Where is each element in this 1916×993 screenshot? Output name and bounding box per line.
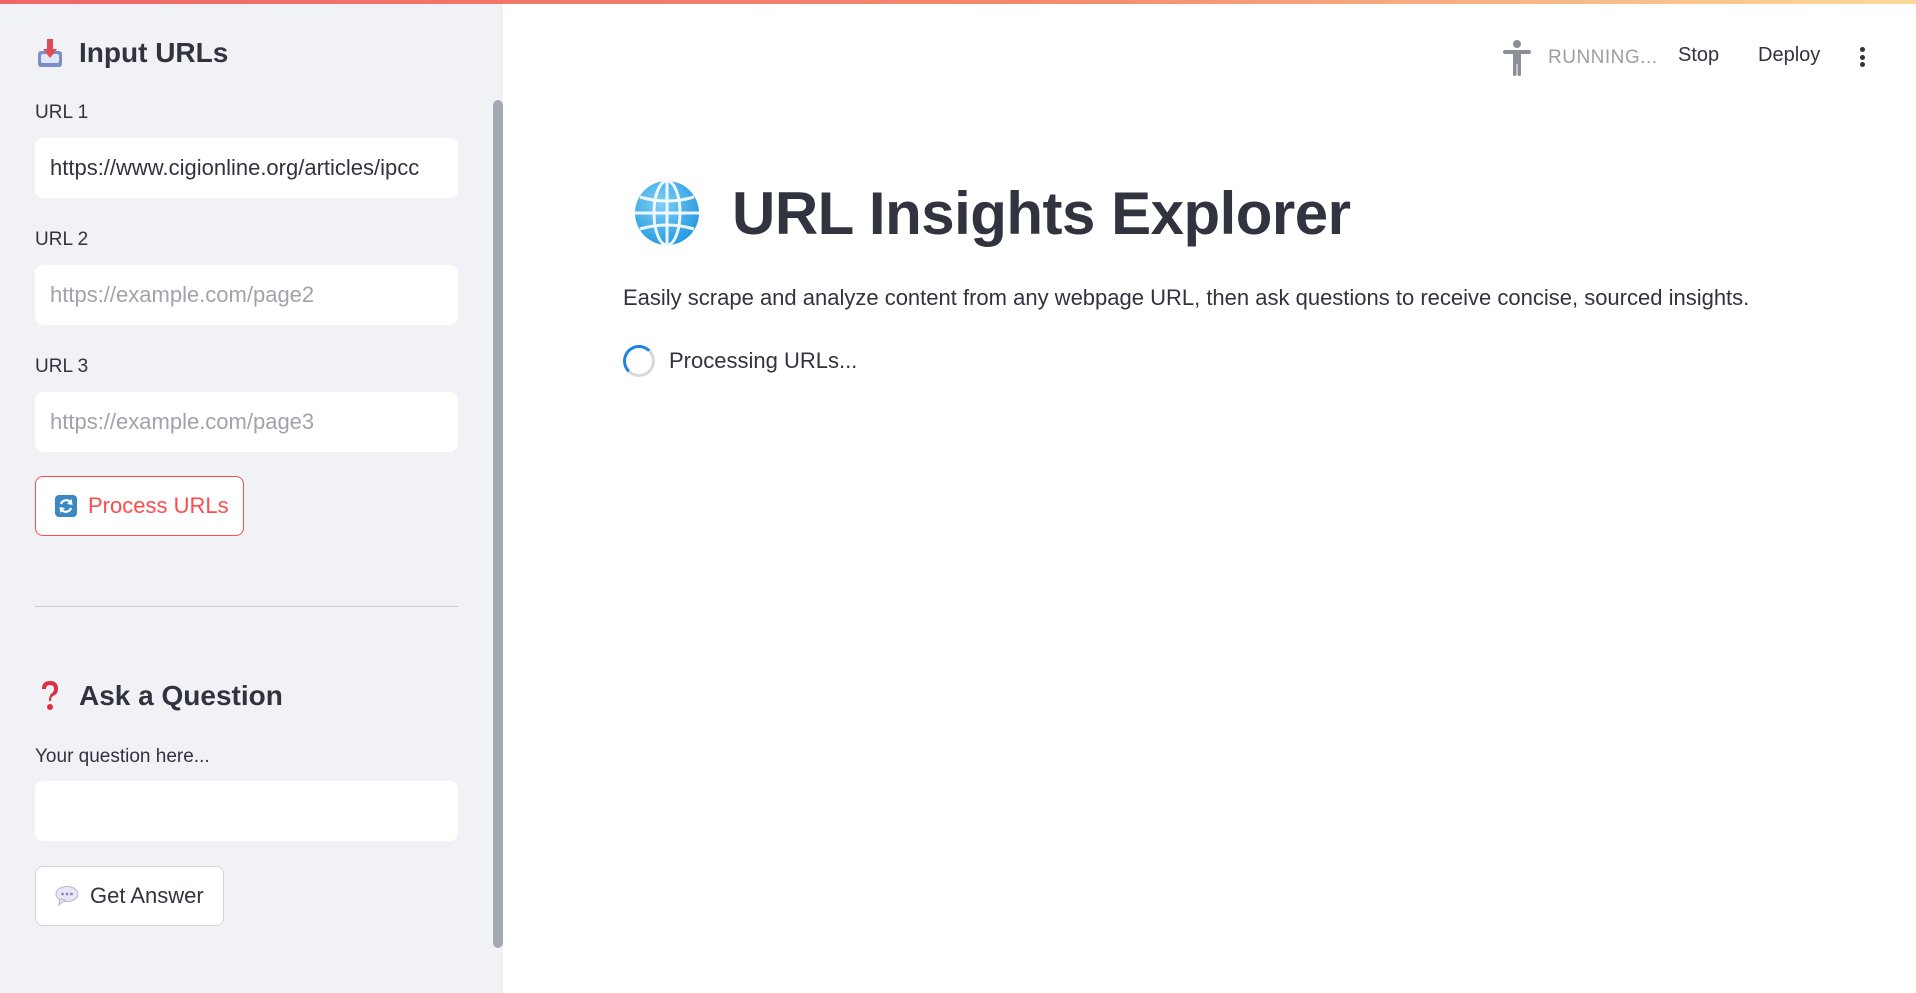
- sidebar-scrollbar[interactable]: [493, 100, 503, 948]
- question-input[interactable]: [35, 781, 458, 841]
- input-urls-header: Input URLs: [35, 36, 228, 70]
- ask-question-header: Ask a Question: [35, 679, 283, 713]
- deploy-button[interactable]: Deploy: [1758, 44, 1820, 67]
- vertical-dots-icon: [1859, 47, 1865, 52]
- loading-spinner-icon: [623, 345, 655, 377]
- question-label: Your question here...: [35, 746, 210, 767]
- url3-input[interactable]: https://example.com/page3: [35, 392, 458, 452]
- url1-input[interactable]: https://www.cigionline.org/articles/ipcc: [35, 138, 458, 198]
- running-status-text: RUNNING...: [1548, 47, 1658, 68]
- running-person-icon: [1503, 40, 1531, 76]
- running-status: RUNNING...: [1500, 40, 1658, 76]
- processing-status: Processing URLs...: [623, 345, 857, 377]
- menu-dot: [1859, 54, 1865, 60]
- globe-icon: [635, 179, 699, 247]
- get-answer-label: Get Answer: [90, 883, 204, 908]
- page-title-text: URL Insights Explorer: [732, 179, 1351, 247]
- page-title: URL Insights Explorer: [632, 178, 1351, 248]
- ask-question-title: Ask a Question: [79, 680, 283, 711]
- input-urls-title: Input URLs: [79, 37, 229, 68]
- get-answer-button[interactable]: Get Answer: [35, 866, 224, 926]
- process-urls-button[interactable]: Process URLs: [35, 476, 244, 536]
- url2-label: URL 2: [35, 229, 89, 250]
- main-menu-button[interactable]: [1855, 44, 1869, 70]
- red-question-mark-icon: [35, 679, 65, 713]
- sidebar-divider: [35, 606, 458, 607]
- stop-button[interactable]: Stop: [1678, 44, 1719, 67]
- url1-label: URL 1: [35, 102, 89, 123]
- process-urls-label: Process URLs: [88, 493, 229, 518]
- speech-bubble-icon: [54, 883, 80, 909]
- inbox-tray-icon: [35, 36, 65, 70]
- url2-input[interactable]: https://example.com/page2: [35, 265, 458, 325]
- top-decoration-bar: [0, 0, 1916, 4]
- refresh-arrows-icon: [54, 493, 78, 519]
- page-subtitle: Easily scrape and analyze content from a…: [623, 285, 1750, 310]
- sidebar: Input URLs URL 1 https://www.cigionline.…: [0, 0, 503, 993]
- url3-label: URL 3: [35, 356, 89, 377]
- processing-text: Processing URLs...: [669, 348, 858, 373]
- menu-dot: [1859, 62, 1865, 67]
